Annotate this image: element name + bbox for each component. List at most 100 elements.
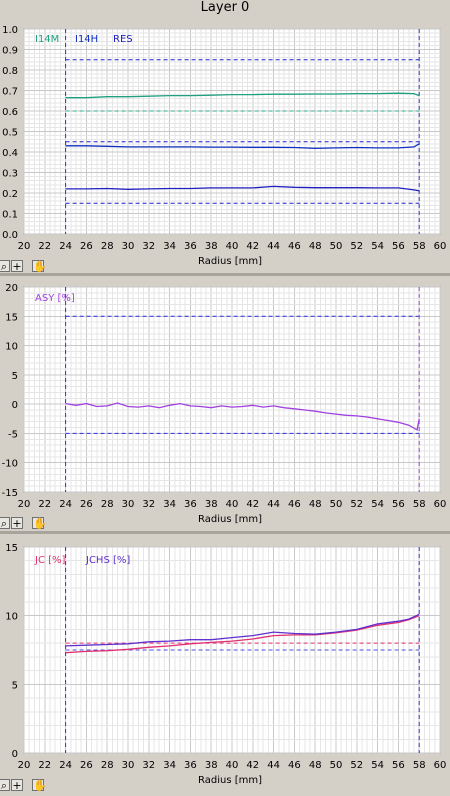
x-tick-label: 40	[226, 499, 239, 510]
y-tick-label: 0.2	[2, 189, 18, 200]
x-tick-label: 52	[350, 241, 363, 252]
zoom-icon[interactable]: ⌕	[0, 260, 10, 273]
x-tick-label: 44	[267, 499, 280, 510]
y-tick-label: 10	[5, 612, 18, 623]
crosshair-icon[interactable]: +	[11, 779, 23, 792]
chart-toolbar: ⌕ + ✋	[0, 259, 48, 273]
x-tick-label: 24	[59, 760, 72, 771]
x-tick-label: 38	[205, 760, 218, 771]
chart-panel-asymmetry: ASY [%] -15 -10 -5 0 5 10 15 20 20 22 24 26 28 30 32 34 3…	[0, 276, 450, 531]
x-axis-title: Radius [mm]	[198, 256, 262, 267]
x-tick-label: 46	[288, 499, 301, 510]
y-tick-label: 15	[5, 312, 18, 323]
legend-label: JCHS [%]	[85, 555, 130, 566]
legend-label: JC [%]	[34, 555, 66, 566]
x-tick-label: 48	[309, 760, 322, 771]
intensity-chart: I14M I14H RES 0.0 0.1 0.2 0.3 0.4 0.5 0.6 0.7 0.8 0.…	[2, 25, 447, 267]
chart-toolbar: ⌕ + ✋	[0, 516, 48, 530]
x-tick-label: 58	[413, 760, 426, 771]
x-tick-label: 36	[184, 760, 197, 771]
x-tick-label: 38	[205, 241, 218, 252]
jitter-chart: JC [%] JCHS [%] 0 5 10 15 20 22 24 26 28 30 32 34 36 38…	[5, 543, 447, 786]
y-tick-label: -10	[2, 459, 18, 470]
y-tick-label: 0.3	[2, 169, 18, 180]
crosshair-icon[interactable]: +	[11, 260, 23, 273]
x-tick-label: 44	[267, 241, 280, 252]
x-tick-label: 32	[142, 760, 155, 771]
chart-panel-intensity: I14M I14H RES 0.0 0.1 0.2 0.3 0.4 0.5 0.6 0.7 0.8 0.…	[0, 16, 450, 273]
x-tick-label: 56	[392, 241, 405, 252]
x-tick-label: 30	[122, 241, 135, 252]
x-tick-label: 48	[309, 241, 322, 252]
x-tick-label: 52	[350, 499, 363, 510]
y-tick-label: 0.6	[2, 107, 18, 118]
y-tick-label: 0	[12, 749, 18, 760]
x-tick-label: 48	[309, 499, 322, 510]
hand-icon[interactable]: ✋	[32, 517, 47, 530]
y-tick-label: 10	[5, 342, 18, 353]
y-tick-label: 0.9	[2, 46, 18, 57]
x-axis-title: Radius [mm]	[198, 775, 262, 786]
legend-label: RES	[113, 34, 133, 45]
x-tick-label: 26	[80, 499, 93, 510]
x-tick-label: 40	[226, 241, 239, 252]
x-tick-label: 24	[59, 241, 72, 252]
hand-icon[interactable]: ✋	[32, 779, 47, 792]
chart-panel-jitter: JC [%] JCHS [%] 0 5 10 15 20 22 24 26 28 30 32 34 36 38…	[0, 534, 450, 792]
x-tick-label: 46	[288, 760, 301, 771]
x-tick-label: 36	[184, 499, 197, 510]
legend-label: I14M	[35, 34, 59, 45]
x-tick-label: 20	[18, 760, 31, 771]
x-tick-label: 60	[434, 241, 447, 252]
x-tick-label: 58	[413, 241, 426, 252]
grid	[23, 286, 441, 493]
x-tick-label: 26	[80, 241, 93, 252]
y-tick-label: 20	[5, 283, 18, 294]
x-tick-label: 20	[18, 241, 31, 252]
y-tick-label: 0	[12, 400, 18, 411]
hand-icon[interactable]: ✋	[32, 260, 47, 273]
chart-toolbar: ⌕ + ✋	[0, 778, 48, 792]
x-tick-label: 42	[246, 760, 259, 771]
x-tick-label: 38	[205, 499, 218, 510]
x-tick-label: 34	[163, 499, 176, 510]
x-tick-label: 28	[101, 241, 114, 252]
y-tick-label: 5	[12, 680, 18, 691]
x-axis-title: Radius [mm]	[198, 514, 262, 525]
x-tick-label: 46	[288, 241, 301, 252]
y-tick-label: -15	[2, 488, 18, 499]
y-tick-label: -5	[8, 429, 18, 440]
legend-label: I14H	[75, 34, 98, 45]
x-tick-label: 20	[18, 499, 31, 510]
zoom-icon[interactable]: ⌕	[0, 779, 10, 792]
x-tick-label: 34	[163, 760, 176, 771]
x-tick-label: 54	[371, 760, 384, 771]
x-tick-label: 54	[371, 241, 384, 252]
x-tick-label: 52	[350, 760, 363, 771]
x-tick-label: 42	[246, 499, 259, 510]
zoom-icon[interactable]: ⌕	[0, 517, 10, 530]
x-tick-label: 28	[101, 760, 114, 771]
x-tick-label: 42	[246, 241, 259, 252]
x-tick-label: 36	[184, 241, 197, 252]
x-tick-label: 60	[434, 760, 447, 771]
x-tick-label: 50	[330, 241, 343, 252]
x-tick-label: 56	[392, 499, 405, 510]
y-tick-label: 1.0	[2, 25, 18, 36]
x-tick-label: 30	[122, 760, 135, 771]
y-tick-label: 0.5	[2, 128, 18, 139]
y-tick-label: 0.4	[2, 148, 18, 159]
y-tick-label: 5	[12, 371, 18, 382]
legend-label: ASY [%]	[35, 293, 75, 304]
y-tick-label: 0.0	[2, 230, 18, 241]
x-tick-label: 28	[101, 499, 114, 510]
x-tick-label: 22	[38, 499, 51, 510]
x-tick-label: 32	[142, 499, 155, 510]
y-tick-label: 0.8	[2, 66, 18, 77]
x-tick-label: 24	[59, 499, 72, 510]
x-tick-label: 60	[434, 499, 447, 510]
x-tick-label: 34	[163, 241, 176, 252]
x-tick-label: 32	[142, 241, 155, 252]
crosshair-icon[interactable]: +	[11, 517, 23, 530]
x-tick-label: 22	[38, 760, 51, 771]
